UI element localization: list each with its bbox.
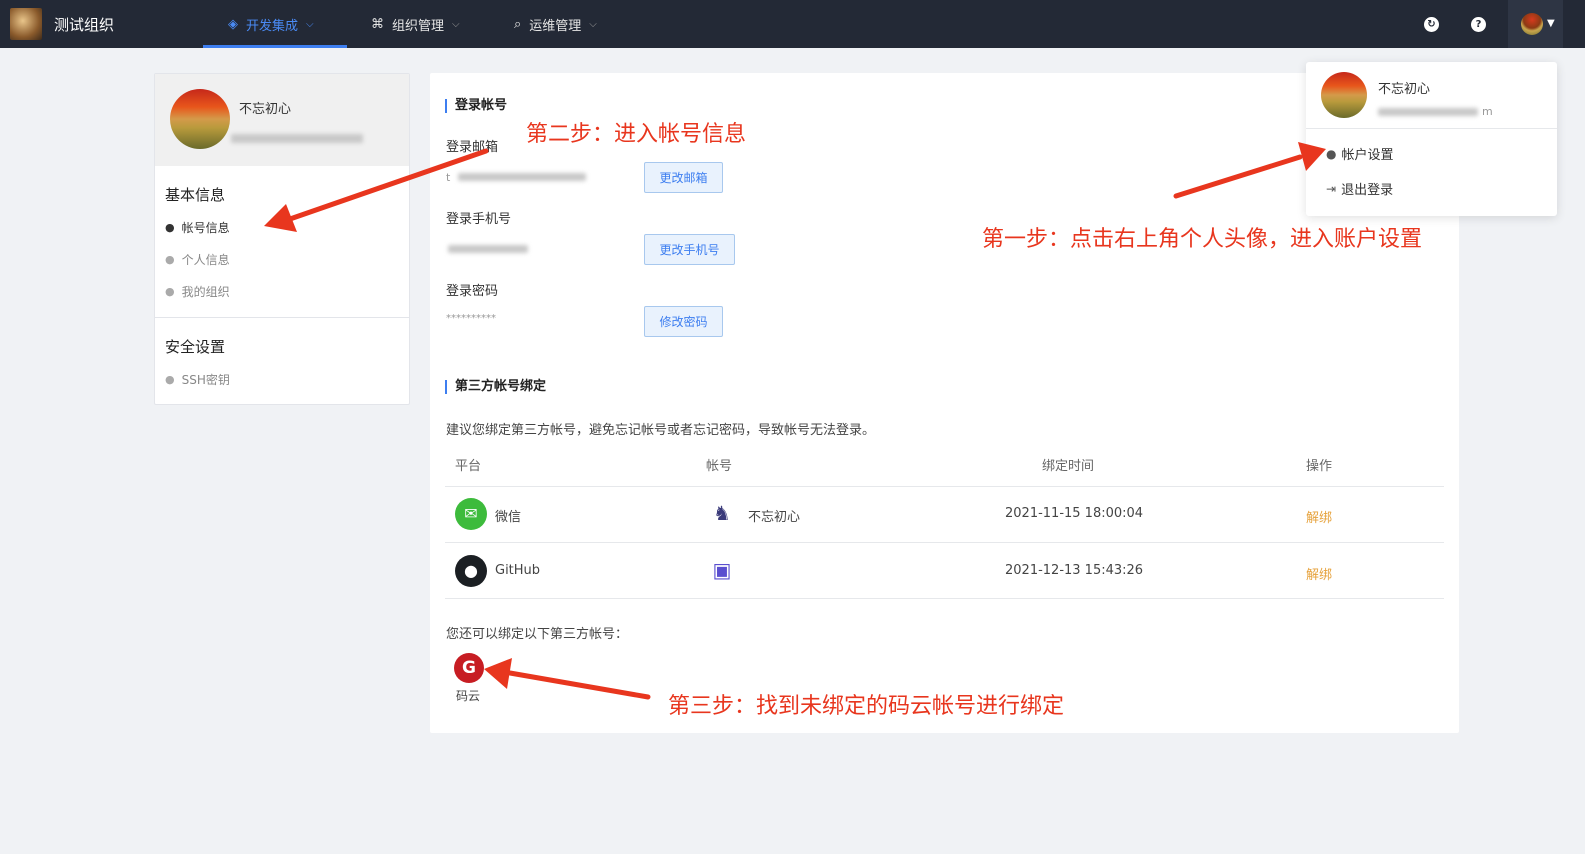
unbind-github-link[interactable]: 解绑 — [1306, 564, 1332, 583]
nav-dev-integration[interactable]: ◈ 开发集成 ⌵ — [228, 0, 314, 48]
sync-icon[interactable]: ↻ — [1424, 17, 1439, 32]
org-name[interactable]: 测试组织 — [54, 14, 114, 35]
avatar — [170, 89, 230, 149]
nav-label: 开发集成 — [246, 18, 299, 34]
gitee-icon[interactable]: G — [454, 653, 484, 683]
profile-sidebar: 不忘初心 基本信息 ● 帐号信息 ● 个人信息 ● 我的组织 安全设置 ● SS… — [154, 73, 410, 405]
change-password-button[interactable]: 修改密码 — [644, 306, 723, 337]
table-divider — [445, 598, 1444, 599]
user-icon: ● — [165, 373, 175, 386]
annotation-step2: 第二步：进入帐号信息 — [526, 122, 747, 147]
sidebar-item-my-org[interactable]: ● 我的组织 — [165, 283, 230, 300]
table-divider — [445, 542, 1444, 543]
user-icon: ● — [165, 285, 175, 298]
platform-name: 微信 — [495, 510, 522, 525]
menu-item-label: 帐户设置 — [1341, 148, 1394, 163]
basic-info-title: 基本信息 — [165, 186, 226, 204]
table-divider — [445, 486, 1444, 487]
email-label: 登录邮箱 — [446, 140, 499, 155]
third-party-title: 第三方帐号绑定 — [445, 380, 546, 394]
change-phone-button[interactable]: 更改手机号 — [644, 234, 735, 265]
logout-icon: ⇥ — [1326, 181, 1337, 196]
security-title: 安全设置 — [165, 338, 226, 356]
user-icon: ● — [165, 253, 175, 266]
divider — [1306, 128, 1557, 129]
unbind-wechat-link[interactable]: 解绑 — [1306, 507, 1332, 526]
help-icon[interactable]: ? — [1471, 17, 1486, 32]
login-account-title: 登录帐号 — [445, 99, 507, 113]
org-tree-icon: ⌘ — [371, 16, 384, 32]
email-value: t — [446, 171, 451, 184]
account-avatar-icon: ♞ — [713, 501, 731, 525]
column-header-action: 操作 — [1306, 459, 1333, 474]
top-navbar: 测试组织 ◈ 开发集成 ⌵ ⌘ 组织管理 ⌵ ⌕ 运维管理 ⌵ ↻ ? ▼ — [0, 0, 1585, 48]
wechat-icon: ✉ — [455, 498, 487, 530]
third-party-hint: 建议您绑定第三方帐号，避免忘记帐号或者忘记密码，导致帐号无法登录。 — [446, 423, 876, 438]
account-settings-item[interactable]: ● 帐户设置 — [1326, 144, 1394, 164]
avatar — [1521, 13, 1543, 35]
account-avatar-icon: ▣ — [712, 558, 732, 582]
chevron-down-icon: ⌵ — [306, 18, 314, 30]
account-name: 不忘初心 — [748, 510, 801, 525]
nav-ops-management[interactable]: ⌕ 运维管理 ⌵ — [514, 0, 597, 48]
layers-icon: ◈ — [228, 16, 238, 32]
github-icon: ● — [455, 555, 487, 587]
avatar — [1321, 72, 1367, 118]
redacted-phone — [448, 245, 528, 253]
user-avatar-menu[interactable]: ▼ — [1508, 0, 1563, 48]
bind-time: 2021-11-15 18:00:04 — [1005, 506, 1144, 521]
account-content: 登录帐号 登录邮箱 t 更改邮箱 登录手机号 更改手机号 登录密码 ******… — [430, 73, 1459, 733]
change-email-button[interactable]: 更改邮箱 — [644, 162, 723, 193]
divider — [155, 317, 409, 318]
annotation-step1: 第一步：点击右上角个人头像，进入账户设置 — [982, 227, 1423, 252]
redacted-email — [231, 134, 363, 143]
nav-label: 运维管理 — [529, 18, 582, 34]
column-header-platform: 平台 — [455, 459, 482, 474]
profile-header: 不忘初心 — [155, 74, 409, 166]
phone-label: 登录手机号 — [446, 212, 512, 227]
chevron-down-icon: ⌵ — [589, 18, 597, 30]
sidebar-item-personal-info[interactable]: ● 个人信息 — [165, 251, 230, 268]
dropdown-email-tail: m — [1482, 105, 1493, 118]
caret-down-icon: ▼ — [1547, 18, 1555, 29]
user-name: 不忘初心 — [239, 102, 292, 117]
column-header-account: 帐号 — [706, 459, 733, 474]
menu-item-label: 退出登录 — [1341, 183, 1394, 198]
sidebar-item-label: SSH密钥 — [181, 373, 230, 387]
column-header-bind-time: 绑定时间 — [1042, 459, 1095, 474]
platform-name: GitHub — [495, 563, 541, 578]
sidebar-item-account-info[interactable]: ● 帐号信息 — [165, 219, 230, 236]
nav-label: 组织管理 — [392, 18, 445, 34]
redacted-email — [458, 173, 586, 181]
org-logo[interactable] — [10, 8, 42, 40]
nav-org-management[interactable]: ⌘ 组织管理 ⌵ — [371, 0, 460, 48]
password-value: ********** — [446, 313, 496, 324]
ops-search-icon: ⌕ — [514, 16, 522, 32]
sidebar-item-label: 帐号信息 — [181, 221, 230, 235]
chevron-down-icon: ⌵ — [452, 18, 460, 30]
password-label: 登录密码 — [446, 284, 499, 299]
logout-item[interactable]: ⇥ 退出登录 — [1326, 179, 1394, 199]
user-icon: ● — [1326, 146, 1337, 161]
redacted-email — [1378, 108, 1478, 116]
more-bind-hint: 您还可以绑定以下第三方帐号： — [446, 627, 629, 642]
user-icon: ● — [165, 221, 175, 234]
gitee-label[interactable]: 码云 — [456, 687, 480, 704]
sidebar-item-label: 个人信息 — [181, 253, 230, 267]
annotation-step3: 第三步：找到未绑定的码云帐号进行绑定 — [668, 694, 1065, 719]
active-nav-indicator — [203, 45, 347, 48]
user-dropdown-menu: 不忘初心 m ● 帐户设置 ⇥ 退出登录 — [1306, 62, 1557, 216]
sidebar-item-ssh-key[interactable]: ● SSH密钥 — [165, 371, 230, 388]
bind-time: 2021-12-13 15:43:26 — [1005, 563, 1144, 578]
sidebar-item-label: 我的组织 — [181, 285, 230, 299]
dropdown-user-name: 不忘初心 — [1378, 82, 1431, 97]
